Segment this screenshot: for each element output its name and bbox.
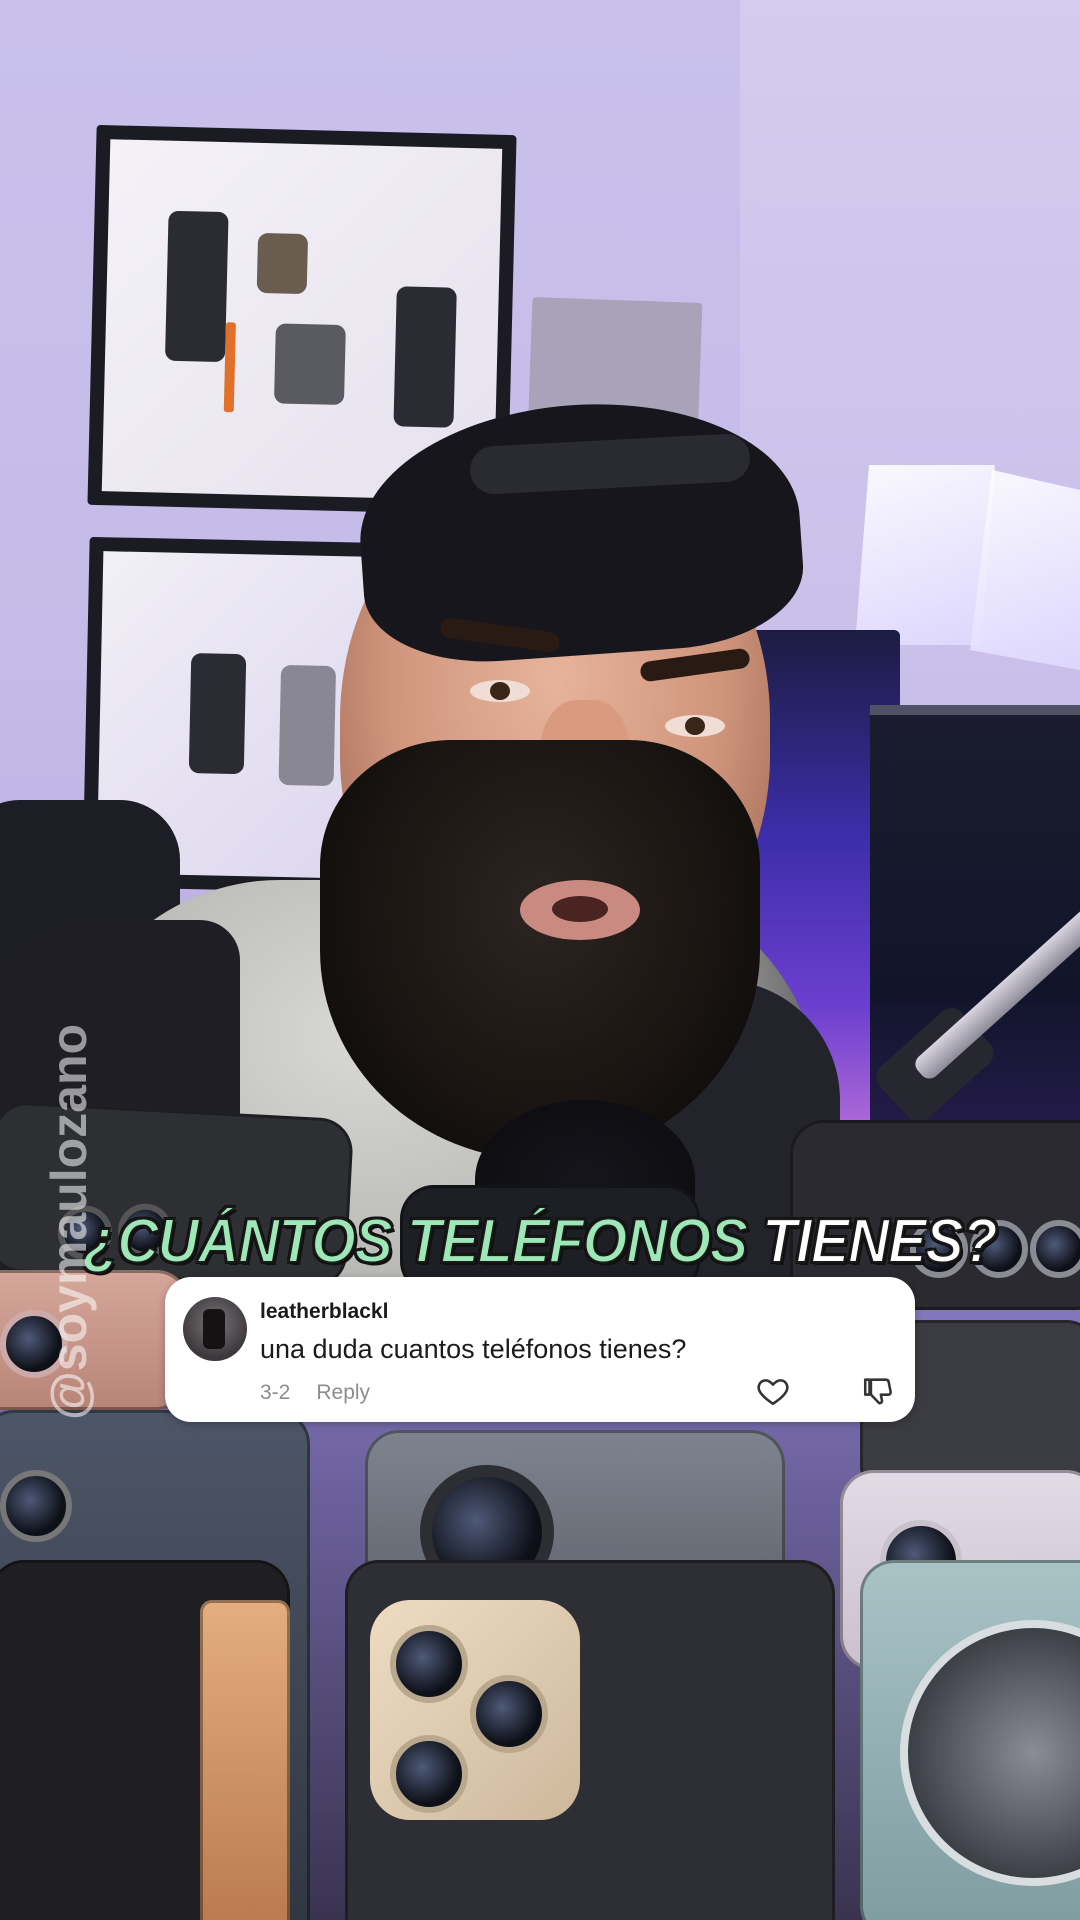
headline-highlight: ¿CUÁNTOS TELÉFONOS xyxy=(83,1206,749,1277)
person-beard xyxy=(320,740,760,1160)
teal-phone xyxy=(860,1560,1080,1920)
phone-edge xyxy=(200,1600,290,1920)
reply-button[interactable]: Reply xyxy=(316,1381,370,1404)
headline-text: TIENES? xyxy=(761,1206,998,1277)
comment-date: 3-2 xyxy=(260,1381,291,1404)
video-headline: ¿CUÁNTOS TELÉFONOS TIENES? xyxy=(43,1206,1037,1277)
comment-text: una duda cuantos teléfonos tienes? xyxy=(260,1334,687,1364)
avatar[interactable] xyxy=(183,1297,247,1361)
comment-meta: 3-2 Reply xyxy=(260,1381,370,1405)
creator-watermark: @soymaulozano xyxy=(41,1023,97,1420)
person-mouth xyxy=(520,880,640,940)
person-eye xyxy=(470,680,530,702)
heart-outline-icon[interactable] xyxy=(755,1374,791,1408)
person-eye xyxy=(665,715,725,737)
reply-comment-card[interactable]: leatherblackl una duda cuantos teléfonos… xyxy=(165,1277,915,1422)
video-frame xyxy=(0,0,1080,1920)
thumbs-down-icon[interactable] xyxy=(860,1374,896,1408)
iphone-pro-case xyxy=(345,1560,835,1920)
comment-username[interactable]: leatherblackl xyxy=(260,1300,388,1324)
